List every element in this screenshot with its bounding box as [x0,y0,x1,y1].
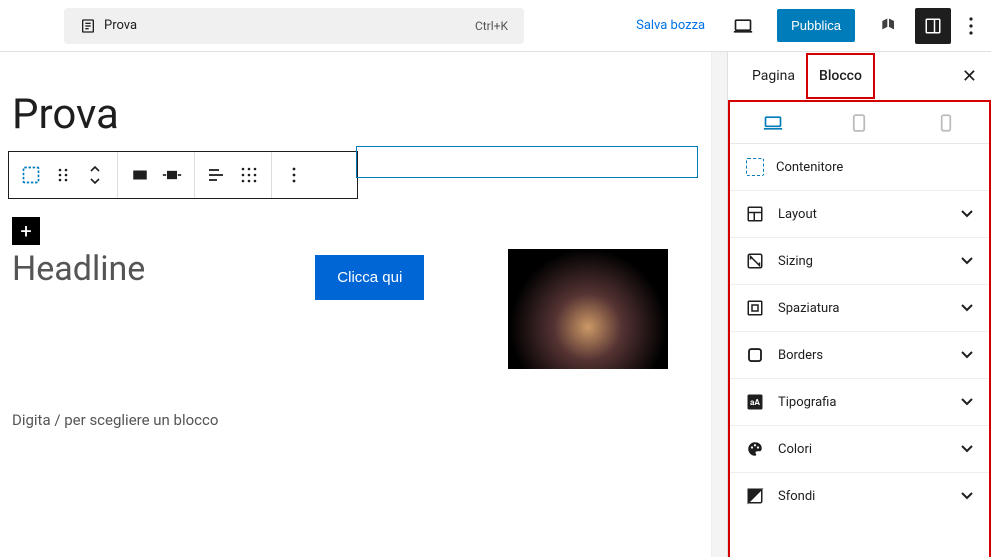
section-backgrounds[interactable]: Sfondi [730,472,989,519]
section-label: Sizing [778,254,813,269]
section-typography[interactable]: aA Tipografia [730,378,989,425]
colors-icon [746,440,764,458]
spacing-icon [746,299,764,317]
document-title-chip[interactable]: Prova Ctrl+K [64,8,524,44]
top-toolbar: Prova Ctrl+K Salva bozza Pubblica [0,0,991,52]
chevron-down-icon [961,492,973,500]
section-sizing[interactable]: Sizing [730,237,989,284]
save-draft-link[interactable]: Salva bozza [636,18,705,33]
headline-block[interactable]: Headline [12,249,145,289]
sidebar-tabs: Pagina Blocco ✕ [728,52,991,100]
align-full-icon[interactable] [124,157,156,193]
section-label: Sfondi [778,489,815,504]
device-mobile-tab[interactable] [903,102,989,143]
section-colors[interactable]: Colori [730,425,989,472]
selected-container-block[interactable] [356,146,698,178]
add-block-button[interactable]: + [12,217,40,245]
section-label: Spaziatura [778,301,839,316]
justify-left-icon[interactable] [201,157,233,193]
block-type-label: Contenitore [730,144,989,190]
sizing-icon [746,252,764,270]
document-title: Prova [104,18,137,33]
publish-button[interactable]: Pubblica [777,9,855,42]
borders-icon [746,346,764,364]
document-icon [80,18,96,34]
close-sidebar-button[interactable]: ✕ [962,66,977,87]
drag-handle-icon[interactable] [47,157,79,193]
block-name-text: Contenitore [776,160,843,175]
section-borders[interactable]: Borders [730,331,989,378]
tab-block[interactable]: Blocco [807,54,874,98]
chevron-down-icon [961,351,973,359]
settings-sidebar: Pagina Blocco ✕ Contenitore Layout Siz [727,52,991,557]
sidebar-toggle-button[interactable] [915,8,951,44]
preview-device-button[interactable] [725,8,761,44]
typography-icon: aA [746,393,764,411]
container-icon [746,158,764,176]
section-label: Colori [778,442,812,457]
chevron-down-icon [961,445,973,453]
scrollbar[interactable] [711,52,727,557]
svg-text:aA: aA [750,398,760,408]
shortcut-hint: Ctrl+K [475,19,508,33]
tab-page[interactable]: Pagina [740,54,807,98]
layout-icon [746,205,764,223]
block-toolbar [8,151,358,199]
section-label: Layout [778,207,817,222]
grid-icon[interactable] [233,157,265,193]
image-block[interactable] [508,249,668,369]
move-arrows-icon[interactable] [79,157,111,193]
device-tablet-tab[interactable] [816,102,902,143]
editor-canvas[interactable]: Prova + Headline Clicca qui [0,52,711,557]
section-spacing[interactable]: Spaziatura [730,284,989,331]
chevron-down-icon [961,304,973,312]
chevron-down-icon [961,257,973,265]
section-layout[interactable]: Layout [730,190,989,237]
section-label: Tipografia [778,395,836,410]
page-title[interactable]: Prova [12,90,703,139]
builder-icon-button[interactable] [871,8,907,44]
backgrounds-icon [746,487,764,505]
block-options-icon[interactable] [278,157,310,193]
block-settings-panel: Contenitore Layout Sizing Spaziatura Bor… [730,102,989,557]
align-wide-icon[interactable] [156,157,188,193]
section-label: Borders [778,348,823,363]
cta-button[interactable]: Clicca qui [315,255,424,300]
chevron-down-icon [961,398,973,406]
container-block-icon[interactable] [15,157,47,193]
chevron-down-icon [961,210,973,218]
block-placeholder-text[interactable]: Digita / per scegliere un blocco [12,411,703,429]
more-menu-button[interactable] [959,17,983,35]
device-desktop-tab[interactable] [730,102,816,143]
